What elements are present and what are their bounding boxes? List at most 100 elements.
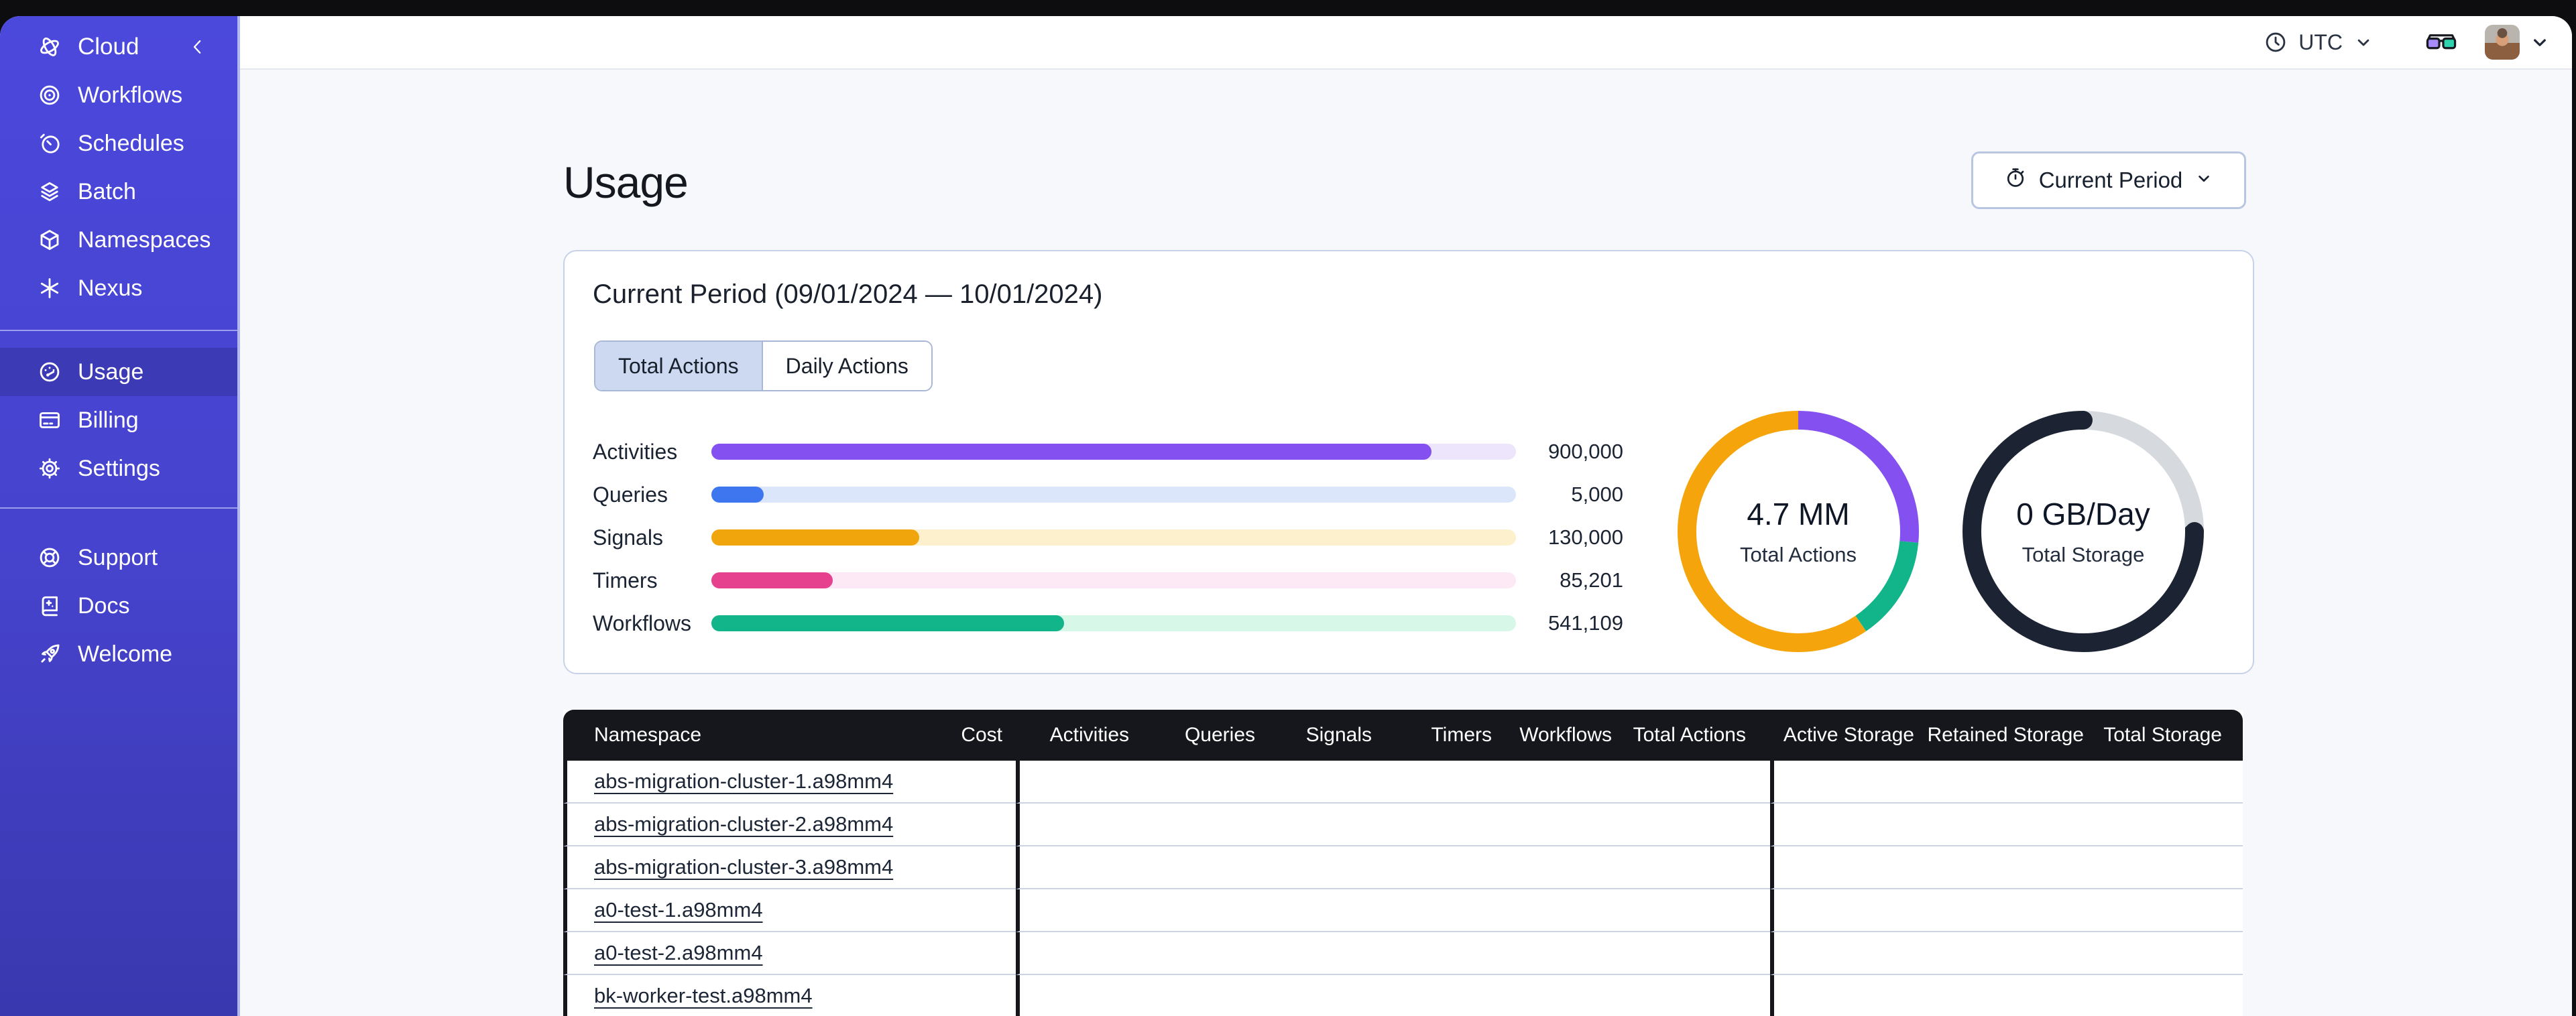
bar-row-activities: Activities 900,000 xyxy=(593,430,1623,473)
sidebar-header: Cloud xyxy=(0,23,237,71)
cell-namespace: a0-test-1.a98mm4 xyxy=(563,889,878,932)
tab-total-actions[interactable]: Total Actions xyxy=(595,342,762,390)
cell-retained_storage xyxy=(1914,975,2084,1016)
bar-track xyxy=(711,529,1516,546)
namespace-link[interactable]: a0-test-2.a98mm4 xyxy=(594,941,763,964)
cell-activities xyxy=(1016,804,1129,846)
sidebar-item-usage[interactable]: Usage xyxy=(0,348,237,396)
cell-retained_storage xyxy=(1914,889,2084,932)
cell-activities xyxy=(1016,889,1129,932)
usage-icon xyxy=(38,360,62,384)
namespace-link[interactable]: abs-migration-cluster-1.a98mm4 xyxy=(594,769,893,793)
sidebar-item-workflows[interactable]: Workflows xyxy=(0,71,237,119)
feedback-glasses-button[interactable] xyxy=(2426,32,2457,52)
cell-retained_storage xyxy=(1914,932,2084,975)
donut-chart-total-storage: 0 GB/Day Total Storage xyxy=(1956,404,2211,659)
sidebar-item-support[interactable]: Support xyxy=(0,533,237,582)
bar-value: 5,000 xyxy=(1571,483,1623,506)
bar-label: Workflows xyxy=(593,611,691,635)
cell-activities xyxy=(1016,761,1129,804)
clock-icon xyxy=(2264,30,2288,54)
app-title: Cloud xyxy=(78,34,139,60)
sidebar-item-welcome[interactable]: Welcome xyxy=(0,630,237,678)
sidebar-item-label: Nexus xyxy=(78,275,143,301)
cell-namespace: a0-test-2.a98mm4 xyxy=(563,932,878,975)
sidebar-item-namespaces[interactable]: Namespaces xyxy=(0,216,237,264)
sidebar-item-batch[interactable]: Batch xyxy=(0,168,237,216)
cell-total_actions xyxy=(1612,761,1770,804)
period-selector-button[interactable]: Current Period xyxy=(1971,151,2246,209)
batch-icon xyxy=(38,180,62,204)
schedules-icon xyxy=(38,131,62,155)
actions-tabs: Total Actions Daily Actions xyxy=(594,340,933,391)
timezone-selector[interactable]: UTC xyxy=(2264,30,2374,55)
docs-icon xyxy=(38,594,62,618)
cell-namespace: bk-worker-test.a98mm4 xyxy=(563,975,878,1016)
stopwatch-icon xyxy=(2004,166,2027,194)
sidebar-item-schedules[interactable]: Schedules xyxy=(0,119,237,168)
billing-icon xyxy=(38,408,62,432)
support-icon xyxy=(38,546,62,570)
cell-total_actions xyxy=(1612,804,1770,846)
chevron-down-icon xyxy=(2194,168,2213,193)
app-window: Cloud Workflows Schedules Batch Namespaces N… xyxy=(0,16,2572,1016)
bar-row-queries: Queries 5,000 xyxy=(593,473,1623,516)
cell-signals xyxy=(1255,932,1372,975)
donut-caption: Total Storage xyxy=(2022,543,2145,566)
bar-label: Timers xyxy=(593,568,658,592)
cell-activities xyxy=(1016,932,1129,975)
main-area: UTC Usage Current Period Current Period … xyxy=(240,16,2572,1016)
namespace-link[interactable]: a0-test-1.a98mm4 xyxy=(594,898,763,922)
sidebar-item-label: Billing xyxy=(78,407,139,433)
cell-cost xyxy=(878,932,1016,975)
usage-table-section: Namespace Cost Activities Queries Signals Tim… xyxy=(563,710,2243,1016)
namespaces-icon xyxy=(38,228,62,252)
cell-total_actions xyxy=(1612,932,1770,975)
cell-queries xyxy=(1129,889,1255,932)
tab-daily-actions[interactable]: Daily Actions xyxy=(761,342,931,390)
account-chevron-down-icon[interactable] xyxy=(2529,31,2551,53)
cell-active_storage xyxy=(1770,932,1914,975)
column-header-total_storage: Total Storage xyxy=(2084,710,2243,761)
bar-fill xyxy=(711,529,919,546)
cell-total_storage xyxy=(2084,889,2243,932)
bar-value: 541,109 xyxy=(1547,611,1623,635)
namespace-link[interactable]: bk-worker-test.a98mm4 xyxy=(594,984,813,1007)
cell-activities xyxy=(1016,975,1129,1016)
cell-workflows xyxy=(1492,932,1612,975)
cell-signals xyxy=(1255,975,1372,1016)
column-header-retained_storage: Retained Storage xyxy=(1914,710,2084,761)
cell-total_storage xyxy=(2084,975,2243,1016)
cell-retained_storage xyxy=(1914,846,2084,889)
sidebar-item-label: Namespaces xyxy=(78,227,211,253)
column-header-timers: Timers xyxy=(1372,710,1492,761)
cell-total_actions xyxy=(1612,975,1770,1016)
cell-queries xyxy=(1129,761,1255,804)
namespace-link[interactable]: abs-migration-cluster-3.a98mm4 xyxy=(594,855,893,879)
cell-cost xyxy=(878,804,1016,846)
sidebar-nav-account: Usage Billing Settings xyxy=(0,348,237,493)
sidebar-nav-primary: Workflows Schedules Batch Namespaces Nexus xyxy=(0,71,237,312)
sidebar-collapse-button[interactable] xyxy=(188,37,208,57)
cell-total_storage xyxy=(2084,932,2243,975)
donut-value: 0 GB/Day xyxy=(2016,497,2150,531)
sidebar-item-settings[interactable]: Settings xyxy=(0,444,237,493)
cell-active_storage xyxy=(1770,761,1914,804)
sidebar-item-billing[interactable]: Billing xyxy=(0,396,237,444)
table-row: abs-migration-cluster-3.a98mm4 xyxy=(563,846,2243,889)
bar-value: 130,000 xyxy=(1547,525,1623,549)
namespace-link[interactable]: abs-migration-cluster-2.a98mm4 xyxy=(594,812,893,836)
avatar[interactable] xyxy=(2485,25,2520,60)
bar-value: 85,201 xyxy=(1560,568,1623,592)
cell-total_actions xyxy=(1612,889,1770,932)
cell-total_storage xyxy=(2084,761,2243,804)
bar-label: Queries xyxy=(593,482,668,507)
sidebar-item-nexus[interactable]: Nexus xyxy=(0,264,237,312)
cell-timers xyxy=(1372,932,1492,975)
sidebar-item-docs[interactable]: Docs xyxy=(0,582,237,630)
sidebar-nav-help: Support Docs Welcome xyxy=(0,533,237,678)
settings-icon xyxy=(38,456,62,481)
cell-cost xyxy=(878,846,1016,889)
column-header-total_actions: Total Actions xyxy=(1612,710,1770,761)
bar-label: Signals xyxy=(593,525,663,550)
